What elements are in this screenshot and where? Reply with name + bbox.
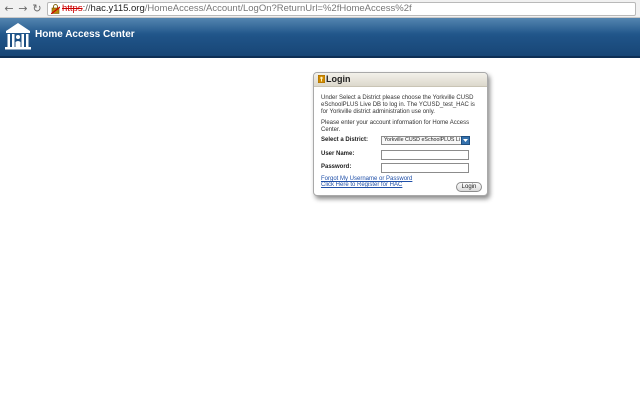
browser-toolbar: ← → ↻ https://hac.y115.org/HomeAccess/Ac…	[0, 0, 640, 18]
forward-arrow-icon[interactable]: →	[17, 2, 29, 15]
district-select[interactable]: Yorkville CUSD eSchoolPLUS Live DB	[381, 136, 470, 145]
school-building-icon	[5, 23, 31, 50]
url-host: hac.y115.org	[90, 3, 145, 14]
username-label: User Name:	[321, 151, 355, 157]
app-title: Home Access Center	[35, 29, 135, 40]
district-select-value: Yorkville CUSD eSchoolPLUS Live DB	[384, 137, 460, 143]
login-instructions: Under Select a District please choose th…	[321, 95, 475, 115]
header-banner: Home Access Center	[0, 18, 640, 58]
chevron-down-icon[interactable]	[461, 136, 470, 145]
password-label: Password:	[321, 164, 352, 170]
login-panel: Login Under Select a District please cho…	[313, 72, 488, 196]
url-path: /HomeAccess/Account/LogOn?ReturnUrl=%2fH…	[144, 3, 412, 14]
broken-lock-icon	[51, 4, 60, 14]
reload-icon[interactable]: ↻	[31, 2, 43, 15]
login-key-icon	[318, 75, 325, 83]
login-button[interactable]: Login	[456, 182, 482, 192]
login-title: Login	[326, 74, 351, 84]
login-prompt: Please enter your account information fo…	[321, 120, 470, 133]
district-label: Select a District:	[321, 137, 369, 143]
password-input[interactable]	[381, 163, 469, 173]
url-scheme: https	[62, 3, 83, 14]
address-bar[interactable]: https://hac.y115.org/HomeAccess/Account/…	[47, 2, 636, 16]
back-arrow-icon[interactable]: ←	[3, 2, 15, 15]
register-link[interactable]: Click Here to Register for HAC	[321, 182, 402, 189]
login-header: Login	[314, 73, 487, 87]
username-input[interactable]	[381, 150, 469, 160]
url-separator: ://	[82, 3, 91, 14]
url-text: https://hac.y115.org/HomeAccess/Account/…	[62, 3, 412, 15]
